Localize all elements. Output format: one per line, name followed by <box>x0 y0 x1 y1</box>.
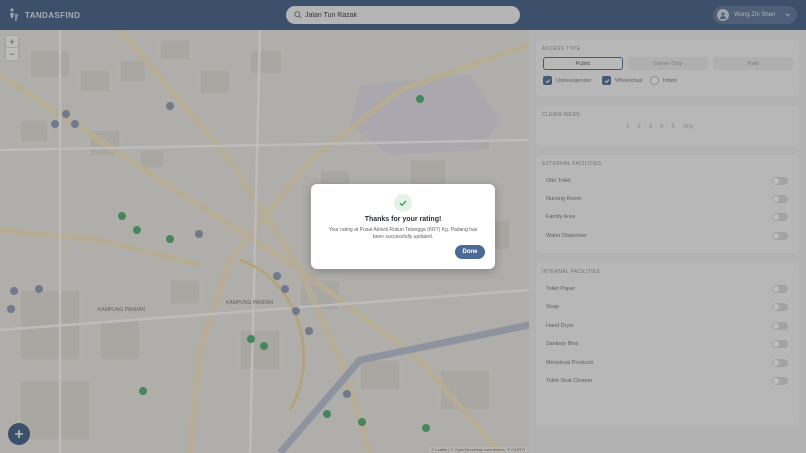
success-badge <box>394 194 412 212</box>
done-button[interactable]: Done <box>455 245 485 259</box>
check-icon <box>399 200 407 207</box>
dialog-message: Your rating at Pusat Aktiviti Rukun Teta… <box>328 227 478 240</box>
dialog-title: Thanks for your rating! <box>364 216 442 223</box>
rating-success-dialog: Thanks for your rating! Your rating at P… <box>311 184 495 269</box>
